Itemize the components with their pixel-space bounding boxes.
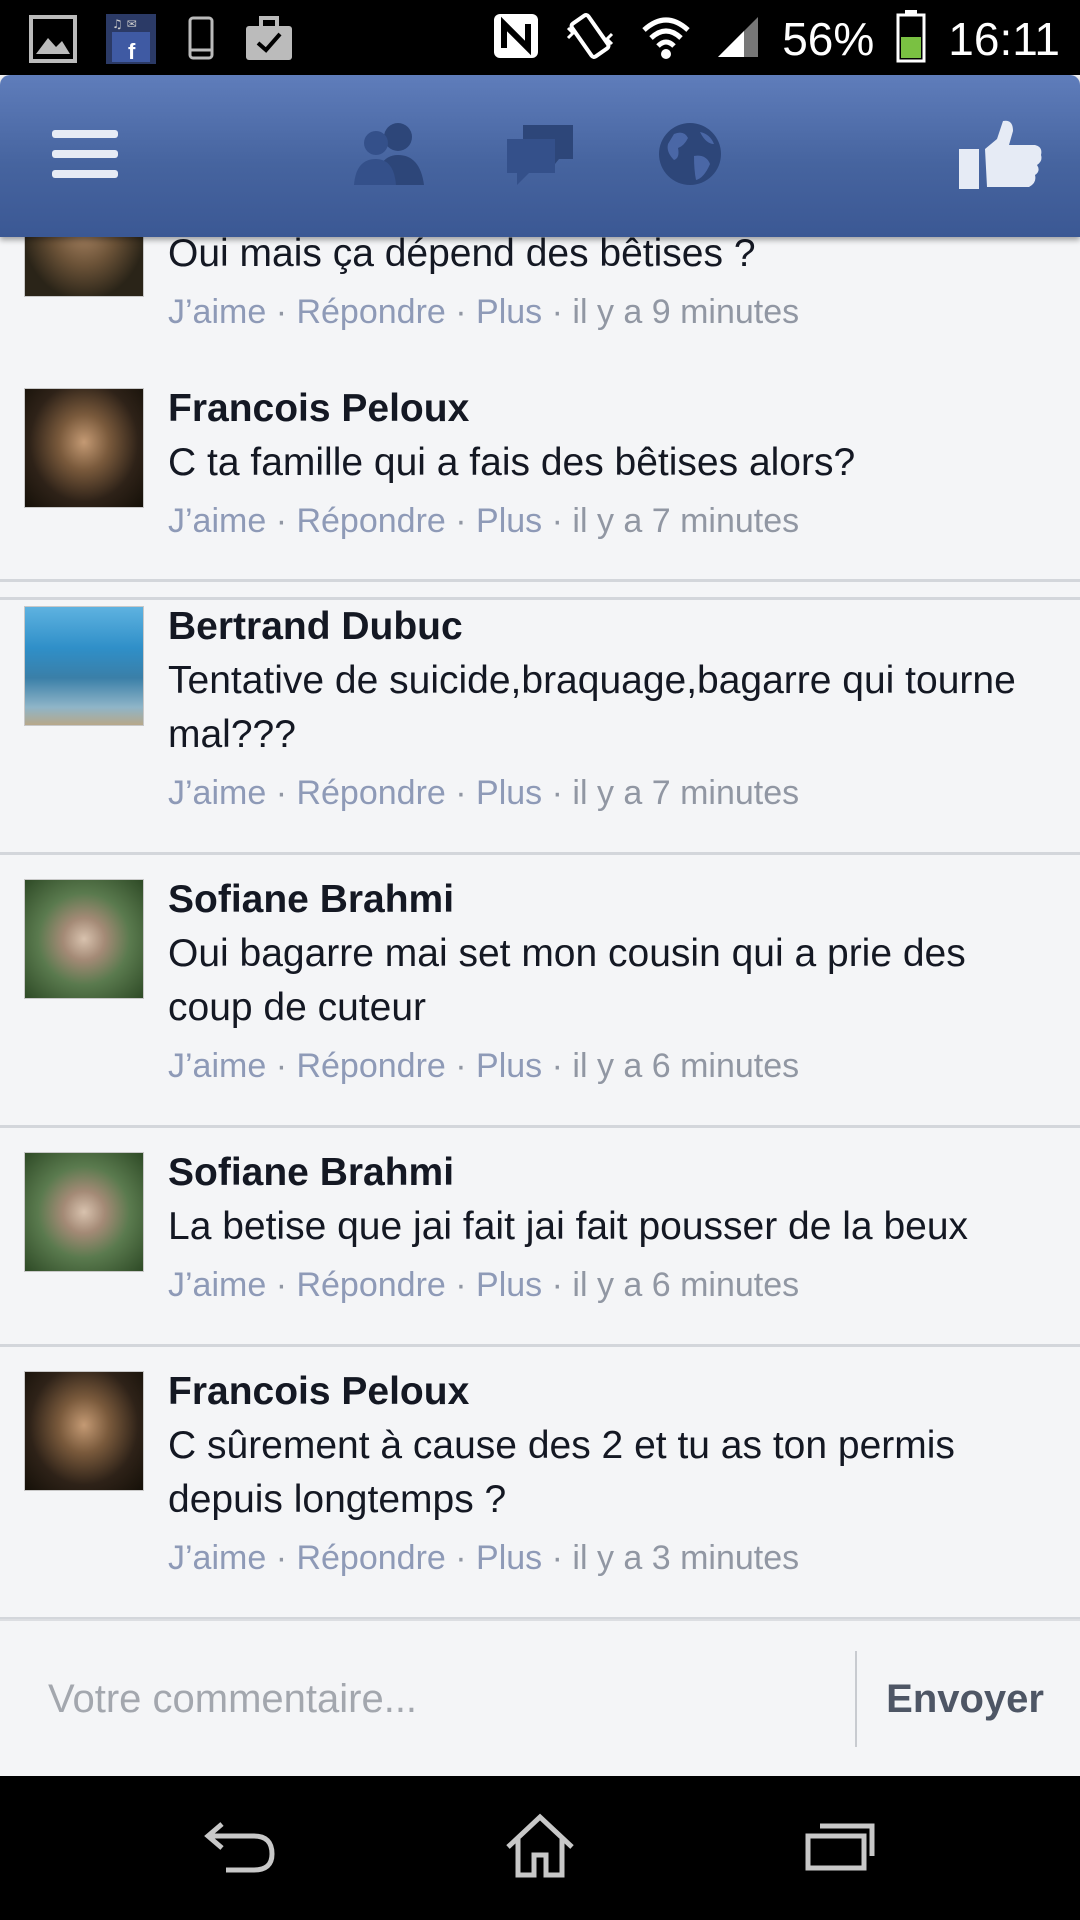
more-link[interactable]: Plus: [476, 1047, 542, 1085]
like-link[interactable]: J’aime: [168, 1266, 266, 1304]
comment-actions: J’aime · Répondre · Plus · il y a 3 minu…: [168, 1539, 800, 1577]
reply-link[interactable]: Répondre: [296, 774, 445, 812]
comment-timestamp[interactable]: il y a 9 minutes: [572, 293, 799, 331]
comment-timestamp[interactable]: il y a 3 minutes: [572, 1539, 799, 1577]
status-bar: f ♫ ✉ 56% 16:11: [0, 0, 1080, 75]
svg-text:♫ ✉: ♫ ✉: [112, 17, 137, 31]
system-navigation-bar: [0, 1776, 1080, 1920]
home-button[interactable]: [460, 1776, 620, 1920]
comment-timestamp[interactable]: il y a 7 minutes: [572, 774, 799, 812]
avatar[interactable]: [24, 606, 144, 726]
reply-link[interactable]: Répondre: [296, 1047, 445, 1085]
comments-list[interactable]: Oui mais ça dépend des bêtises ? J’aime …: [0, 237, 1080, 1619]
battery-percent: 56%: [782, 12, 875, 65]
reply-link[interactable]: Répondre: [296, 1539, 445, 1577]
comment-composer: Votre commentaire... Envoyer: [0, 1619, 1080, 1778]
like-link[interactable]: J’aime: [168, 293, 266, 331]
comment-text: C sûrement à cause des 2 et tu as ton pe…: [168, 1424, 955, 1521]
composer-divider: [855, 1651, 857, 1747]
comment-actions: J’aime · Répondre · Plus · il y a 6 minu…: [168, 1266, 800, 1304]
vibrate-icon: [562, 8, 618, 69]
avatar[interactable]: [24, 879, 144, 999]
comment-author[interactable]: Francois Peloux: [168, 382, 1056, 436]
menu-icon: [52, 126, 118, 187]
signal-icon: [714, 13, 760, 64]
clock: 16:11: [948, 12, 1060, 65]
reply-link[interactable]: Répondre: [296, 502, 445, 540]
comment-author[interactable]: Sofiane Brahmi: [168, 873, 1056, 927]
more-link[interactable]: Plus: [476, 1539, 542, 1577]
recent-apps-button[interactable]: [760, 1776, 920, 1920]
reply-link[interactable]: Répondre: [296, 293, 445, 331]
back-button[interactable]: [160, 1776, 320, 1920]
recent-apps-icon: [804, 1820, 876, 1877]
send-button[interactable]: Envoyer: [886, 1621, 1044, 1778]
svg-text:f: f: [128, 39, 136, 64]
top-navigation-bar: [0, 75, 1080, 237]
comment-text: Tentative de suicide,braquage,bagarre qu…: [168, 659, 1016, 756]
messages-icon: [503, 121, 577, 192]
like-link[interactable]: J’aime: [168, 1047, 266, 1085]
menu-button[interactable]: [30, 75, 140, 237]
globe-icon: [656, 120, 724, 193]
like-icon: [957, 117, 1043, 196]
comment-actions: J’aime · Répondre · Plus · il y a 7 minu…: [168, 502, 800, 540]
back-icon: [202, 1816, 278, 1881]
comment-author[interactable]: Sofiane Brahmi: [168, 1146, 1056, 1200]
comment-text: Oui mais ça dépend des bêtises ?: [168, 237, 756, 275]
comment-timestamp[interactable]: il y a 6 minutes: [572, 1266, 799, 1304]
comment-item: Francois Peloux C ta famille qui a fais …: [0, 362, 1080, 582]
wifi-icon: [640, 12, 692, 65]
comment-timestamp[interactable]: il y a 7 minutes: [572, 502, 799, 540]
phone-icon: [184, 14, 218, 69]
comment-text: Oui bagarre mai set mon cousin qui a pri…: [168, 932, 966, 1029]
avatar[interactable]: [24, 1152, 144, 1272]
gallery-icon: [28, 14, 78, 69]
comment-item: Francois Peloux C sûrement à cause des 2…: [0, 1347, 1080, 1619]
avatar[interactable]: [24, 388, 144, 508]
friend-requests-button[interactable]: [340, 75, 440, 237]
avatar[interactable]: [24, 1371, 144, 1491]
comment-text: La betise que jai fait jai fait pousser …: [168, 1205, 969, 1248]
comment-item: Sofiane Brahmi Oui bagarre mai set mon c…: [0, 855, 1080, 1128]
avatar[interactable]: [24, 237, 144, 297]
home-icon: [504, 1813, 576, 1884]
friends-icon: [350, 119, 430, 194]
like-button[interactable]: [950, 75, 1050, 237]
briefcase-icon: [244, 16, 294, 67]
comment-timestamp[interactable]: il y a 6 minutes: [572, 1047, 799, 1085]
comment-author[interactable]: Bertrand Dubuc: [168, 600, 1056, 654]
comment-actions: J’aime · Répondre · Plus · il y a 6 minu…: [168, 1047, 800, 1085]
like-link[interactable]: J’aime: [168, 502, 266, 540]
comment-actions: J’aime · Répondre · Plus · il y a 9 minu…: [168, 293, 800, 331]
more-link[interactable]: Plus: [476, 293, 542, 331]
comment-actions: J’aime · Répondre · Plus · il y a 7 minu…: [168, 774, 800, 812]
notifications-button[interactable]: [640, 75, 740, 237]
like-link[interactable]: J’aime: [168, 1539, 266, 1577]
more-link[interactable]: Plus: [476, 774, 542, 812]
comment-author[interactable]: Francois Peloux: [168, 1365, 1056, 1419]
comment-item: Bertrand Dubuc Tentative de suicide,braq…: [0, 582, 1080, 855]
messages-button[interactable]: [490, 75, 590, 237]
comment-item: Sofiane Brahmi La betise que jai fait ja…: [0, 1128, 1080, 1347]
nfc-icon: [492, 12, 540, 65]
comment-input[interactable]: Votre commentaire...: [48, 1621, 828, 1778]
more-link[interactable]: Plus: [476, 1266, 542, 1304]
comment-text: C ta famille qui a fais des bêtises alor…: [168, 441, 856, 484]
reply-link[interactable]: Répondre: [296, 1266, 445, 1304]
like-link[interactable]: J’aime: [168, 774, 266, 812]
more-link[interactable]: Plus: [476, 502, 542, 540]
battery-icon: [896, 9, 926, 68]
facebook-notification-icon: f ♫ ✉: [104, 12, 158, 71]
